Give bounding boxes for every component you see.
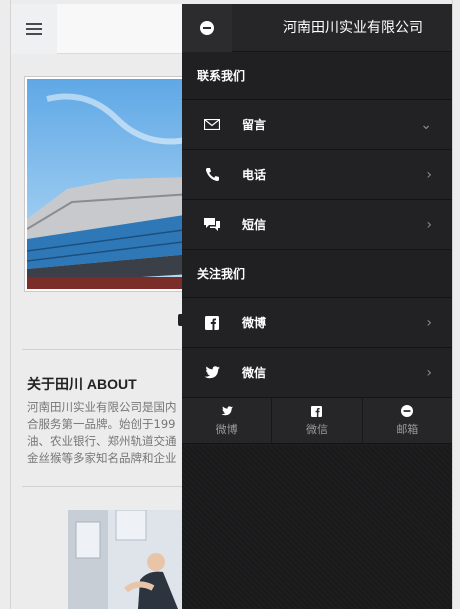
about-line: 金丝猴等多家知名品牌和企业 [27, 451, 177, 465]
drawer-item-label: 留言 [242, 118, 267, 132]
person-photo [68, 510, 188, 609]
phone-icon [200, 163, 224, 187]
contact-section-label: 联系我们 [182, 52, 452, 100]
drawer-title: 河南田川实业有限公司 [283, 20, 423, 36]
bottom-item-weibo[interactable]: 微博 [182, 398, 273, 443]
close-drawer-button[interactable] [182, 4, 232, 52]
follow-section-label: 关注我们 [182, 250, 452, 298]
chevron-right-icon: › [426, 216, 432, 233]
hero-image[interactable] [24, 76, 194, 292]
envelope-icon [200, 113, 224, 137]
frame-border-right [452, 0, 453, 609]
minus-circle-icon [200, 21, 214, 35]
twitter-icon [221, 404, 233, 418]
menu-button[interactable] [11, 4, 57, 54]
frame-border-left [10, 0, 11, 609]
minus-circle-icon [401, 404, 414, 418]
about-line: 合服务第一品牌。始创于199 [27, 417, 176, 431]
drawer-item-label: 微信 [242, 366, 267, 380]
drawer-item-label: 短信 [242, 218, 267, 232]
twitter-icon [200, 361, 224, 385]
bottom-item-email[interactable]: 邮箱 [363, 398, 452, 443]
drawer-item-wechat[interactable]: 微信 › [182, 348, 452, 398]
bottom-item-label: 微博 [215, 423, 238, 436]
team-photo[interactable] [68, 510, 188, 609]
bottom-item-wechat[interactable]: 微信 [272, 398, 363, 443]
drawer-item-weibo[interactable]: 微博 › [182, 298, 452, 348]
drawer-item-label: 电话 [242, 168, 267, 182]
stadium-photo [27, 79, 191, 289]
drawer-item-label: 微博 [242, 316, 267, 330]
bottom-item-label: 微信 [305, 423, 328, 436]
drawer-header: 河南田川实业有限公司 [182, 4, 452, 52]
drawer-empty-area [182, 446, 452, 609]
about-description: 河南田川实业有限公司是国内 合服务第一品牌。始创于199 油、农业银行、郑州轨道… [27, 399, 187, 467]
about-title: 关于田川 ABOUT [27, 376, 137, 392]
about-line: 油、农业银行、郑州轨道交通 [27, 434, 177, 448]
facebook-icon [200, 311, 224, 335]
drawer-item-sms[interactable]: 短信 › [182, 200, 452, 250]
about-line: 河南田川实业有限公司是国内 [27, 400, 177, 414]
bottom-item-label: 邮箱 [396, 423, 419, 436]
chevron-right-icon: › [426, 166, 432, 183]
facebook-icon [311, 404, 323, 418]
drawer-item-phone[interactable]: 电话 › [182, 150, 452, 200]
section-divider [22, 486, 192, 487]
side-drawer: 河南田川实业有限公司 联系我们 留言 ⌄ 电话 › 短信 › 关注我们 微博 ›… [182, 4, 452, 609]
section-divider [22, 349, 192, 350]
hamburger-icon [26, 23, 42, 35]
chat-icon [200, 213, 224, 237]
drawer-item-message[interactable]: 留言 ⌄ [182, 100, 452, 150]
drawer-bottom-bar: 微博 微信 邮箱 [182, 398, 452, 444]
chevron-right-icon: › [426, 364, 432, 381]
chevron-down-icon: ⌄ [420, 116, 432, 133]
chevron-right-icon: › [426, 314, 432, 331]
